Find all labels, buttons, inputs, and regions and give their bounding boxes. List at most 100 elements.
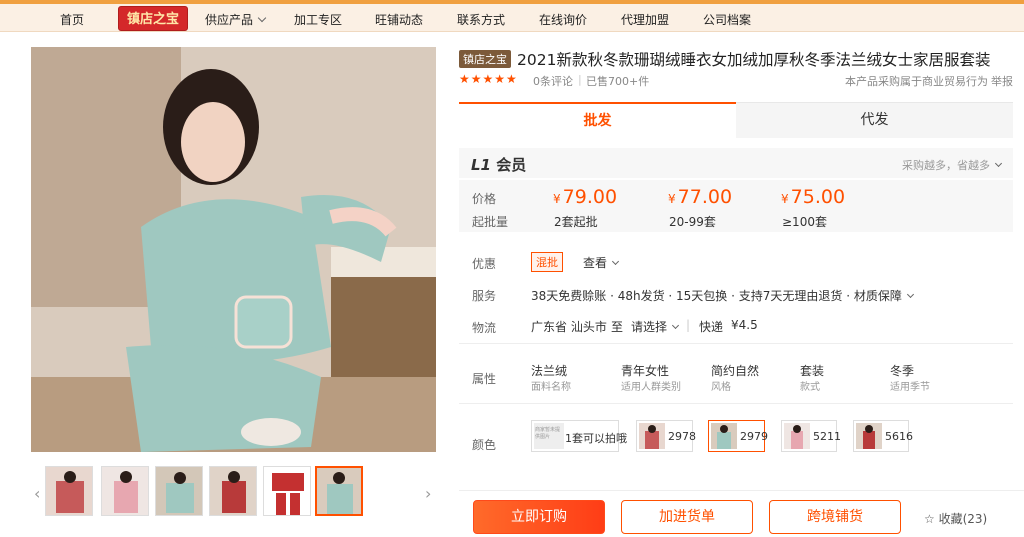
logistics-fee: ¥4.5 (731, 318, 758, 332)
trade-tabs: 批发 代发 (459, 102, 1013, 138)
tier-1-price-value: 79.00 (562, 186, 618, 208)
color-label: 颜色 (472, 438, 497, 452)
discount-view[interactable]: 查看 (583, 254, 620, 271)
product-main-image[interactable] (31, 47, 436, 452)
rating-stars: ★★★★★ (459, 72, 518, 86)
product-photo (31, 47, 436, 452)
divider (459, 403, 1013, 404)
color-option-2-label: 2978 (668, 430, 696, 443)
divider (459, 343, 1013, 344)
member-level: L1 会员 (471, 154, 526, 175)
currency-symbol: ¥ (668, 192, 676, 206)
color-option-4-label: 5211 (813, 430, 841, 443)
thumbnail-1-image (46, 467, 92, 515)
thumbnail-4[interactable] (209, 466, 257, 516)
nav-supply[interactable]: 供应产品 (205, 11, 267, 28)
color-option-2[interactable]: 2978 (636, 420, 696, 452)
logistics-origin: 广东省 汕头市 (531, 320, 607, 334)
buy-now-button[interactable]: 立即订购 (473, 500, 605, 534)
member-level-label: 会员 (496, 156, 527, 174)
color-option-3-selected[interactable]: 2979 (708, 420, 768, 452)
tier-2-price: ¥77.00 (668, 186, 732, 208)
nav-inquiry[interactable]: 在线询价 (539, 11, 587, 28)
meta-divider: | (578, 73, 582, 86)
sold-count: 已售700+件 (586, 75, 650, 88)
nav-badge-treasure[interactable]: 镇店之宝 (118, 6, 188, 31)
attr-audience-name: 适用人群类别 (621, 382, 681, 393)
color-option-2-image (639, 423, 665, 449)
attr-type-name: 款式 (800, 382, 820, 393)
tier-1-qty: 2套起批 (554, 215, 598, 229)
store-nav: 首页 镇店之宝 供应产品 加工专区 旺铺动态 联系方式 在线询价 代理加盟 公司… (0, 4, 1024, 32)
nav-news[interactable]: 旺铺动态 (375, 11, 423, 28)
color-option-1[interactable]: 商家暂未提供图片 1套可以拍哦 (531, 420, 627, 452)
chevron-left-icon[interactable]: ‹ (34, 484, 40, 503)
nav-home[interactable]: 首页 (60, 11, 84, 28)
thumbnail-1[interactable] (45, 466, 93, 516)
member-more-label: 采购越多，省越多 (902, 159, 990, 172)
chevron-right-icon[interactable]: › (425, 484, 431, 503)
nav-processing[interactable]: 加工专区 (294, 11, 342, 28)
currency-symbol: ¥ (781, 192, 789, 206)
thumbnail-6-selected[interactable] (315, 466, 363, 516)
logistics-label: 物流 (472, 321, 497, 335)
currency-symbol: ¥ (553, 192, 561, 206)
logistics-divider: | (686, 318, 691, 332)
tab-wholesale[interactable]: 批发 (459, 102, 736, 138)
tab-dropship[interactable]: 代发 (736, 102, 1013, 138)
attr-fabric-value: 法兰绒 (531, 364, 568, 378)
thumbnail-3[interactable] (155, 466, 203, 516)
tier-2-price-value: 77.00 (677, 186, 733, 208)
attributes-label: 属性 (472, 372, 497, 386)
member-bar: L1 会员 采购越多，省越多 (459, 148, 1013, 178)
favorite-label: 收藏(23) (938, 512, 988, 526)
nav-agent[interactable]: 代理加盟 (621, 11, 669, 28)
thumbnail-5[interactable] (263, 466, 311, 516)
nav-contact[interactable]: 联系方式 (457, 11, 505, 28)
review-count[interactable]: 0条评论 (533, 73, 573, 89)
member-more[interactable]: 采购越多，省越多 (902, 157, 1003, 173)
thumbnail-strip: ‹ › (31, 466, 436, 518)
star-icon: ☆ (924, 512, 935, 526)
chevron-down-icon (611, 257, 620, 266)
color-option-5[interactable]: 5616 (853, 420, 913, 452)
price-tiers: 价格 起批量 ¥79.00 2套起批 ¥77.00 20-99套 ¥75.00 … (459, 180, 1013, 232)
chevron-down-icon (994, 159, 1003, 168)
chevron-down-icon (257, 13, 267, 23)
moq-label: 起批量 (472, 215, 509, 229)
logistics-destination-label: 请选择 (631, 320, 668, 334)
service-text[interactable]: 38天免费赊账 · 48h发货 · 15天包换 · 支持7天无理由退货 · 材质… (531, 287, 914, 304)
attr-season-value: 冬季 (890, 364, 915, 378)
color-option-4[interactable]: 5211 (781, 420, 841, 452)
thumbnail-4-image (210, 467, 256, 515)
service-label: 服务 (472, 289, 497, 303)
member-level-code: L1 (471, 156, 491, 174)
product-title-text: 2021新款秋冬款珊瑚绒睡衣女加绒加厚秋冬季法兰绒女士家居服套装 (517, 51, 991, 69)
thumbnail-2-image (102, 467, 148, 515)
nav-archive[interactable]: 公司档案 (703, 11, 751, 28)
color-option-3-label: 2979 (740, 430, 768, 443)
logistics-express: 快递 (699, 320, 724, 334)
thumbnail-6-image (317, 468, 361, 514)
discount-label: 优惠 (472, 257, 497, 271)
tier-3-price-value: 75.00 (790, 186, 846, 208)
thumbnail-3-image (156, 467, 202, 515)
color-option-4-image (784, 423, 810, 449)
logistics-to: 至 (611, 320, 624, 334)
attr-season-name: 适用季节 (890, 382, 930, 393)
treasure-tag: 镇店之宝 (459, 50, 511, 68)
attr-style-name: 风格 (711, 382, 731, 393)
price-label: 价格 (472, 192, 497, 206)
tier-2-qty: 20-99套 (669, 215, 716, 229)
report-link[interactable]: 举报 (991, 73, 1013, 89)
purchase-note: 本产品采购属于商业贸易行为 (845, 75, 988, 88)
chevron-down-icon (906, 290, 914, 299)
favorite-button[interactable]: ☆ 收藏(23) (924, 510, 987, 527)
thumbnail-2[interactable] (101, 466, 149, 516)
logistics-destination[interactable]: 请选择 (631, 318, 680, 335)
attr-fabric-name: 面料名称 (531, 382, 571, 393)
chevron-down-icon (671, 321, 680, 330)
cross-border-button[interactable]: 跨境铺货 (769, 500, 901, 534)
add-to-cart-button[interactable]: 加进货单 (621, 500, 753, 534)
nav-supply-label: 供应产品 (205, 13, 254, 27)
